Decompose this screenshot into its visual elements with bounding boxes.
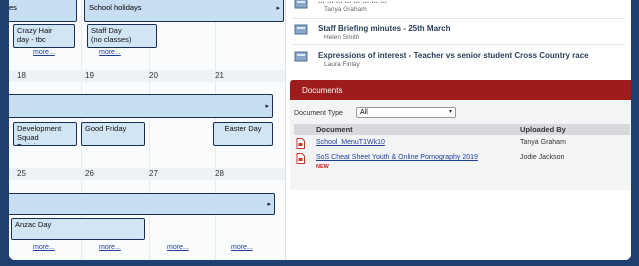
- documents-title: Documents: [302, 86, 343, 95]
- pdf-icon: [296, 138, 305, 149]
- notice-icon: [294, 0, 308, 9]
- new-badge: NEW: [316, 164, 329, 170]
- day-number: 21: [215, 71, 224, 80]
- day-number: 20: [149, 71, 158, 80]
- more-link[interactable]: more...: [231, 244, 253, 251]
- column-header-document[interactable]: Document: [316, 125, 353, 134]
- notice-author: Laura Finlay: [324, 61, 360, 68]
- notice-item[interactable]: Staff Briefing minutes - 25th March Hele…: [294, 20, 624, 42]
- column-header-uploaded-by[interactable]: Uploaded By: [520, 125, 566, 134]
- event-anzac-day[interactable]: Anzac Day: [11, 218, 145, 240]
- document-type-label: Document Type: [294, 110, 343, 117]
- event-good-friday[interactable]: Good Friday: [81, 122, 145, 146]
- event-band-school-holidays[interactable]: School holidays ▸: [84, 0, 284, 22]
- notice-item[interactable]: ... ... ... ... ... ... ... ... Tanya Gr…: [294, 0, 624, 14]
- event-easter-day[interactable]: Easter Day: [213, 122, 273, 146]
- notice-title[interactable]: Expressions of interest - Teacher vs sen…: [318, 51, 589, 60]
- screen: es School holidays ▸ Crazy Hair day - tb…: [9, 0, 631, 260]
- more-link[interactable]: more...: [99, 49, 121, 56]
- notice-author: Tanya Graham: [324, 6, 367, 13]
- table-row[interactable]: School_MenuT1Wk10 Tanya Graham: [294, 138, 630, 151]
- event-staff-day[interactable]: Staff Day (no classes): [87, 24, 157, 48]
- document-link[interactable]: School_MenuT1Wk10: [316, 139, 385, 146]
- day-number: 18: [17, 71, 26, 80]
- more-link[interactable]: more...: [167, 244, 189, 251]
- pdf-icon: [296, 153, 305, 164]
- notice-item[interactable]: Expressions of interest - Teacher vs sen…: [294, 46, 624, 70]
- event-label: es: [9, 3, 17, 12]
- more-link[interactable]: more...: [33, 244, 55, 251]
- documents-table-header: Document Uploaded By: [294, 124, 630, 135]
- event-band-multiday[interactable]: ▸: [9, 193, 275, 215]
- right-pane: ... ... ... ... ... ... ... ... Tanya Gr…: [285, 0, 631, 260]
- uploaded-by: Jodie Jackson: [520, 154, 565, 161]
- table-row[interactable]: SoS Cheat Sheet Youth & Online Pornograp…: [294, 153, 630, 173]
- event-development-squad-training[interactable]: Development Squad Training: [13, 122, 77, 146]
- week-day-bar: 25 26 27 28: [9, 168, 285, 180]
- notice-title[interactable]: ... ... ... ... ... ... ... ...: [318, 0, 387, 5]
- documents-panel: Document Type All ▾ Document Uploaded By…: [290, 100, 631, 190]
- day-number: 28: [215, 169, 224, 178]
- expand-arrow-icon: ▸: [267, 201, 271, 208]
- more-link[interactable]: more...: [33, 49, 55, 56]
- document-type-value: All: [360, 109, 368, 116]
- event-band-left[interactable]: es: [9, 0, 77, 22]
- uploaded-by: Tanya Graham: [520, 139, 566, 146]
- event-crazy-hair-day[interactable]: Crazy Hair day - tbc: [13, 24, 75, 48]
- calendar: es School holidays ▸ Crazy Hair day - tb…: [9, 0, 285, 260]
- day-number: 26: [85, 169, 94, 178]
- expand-arrow-icon: ▸: [276, 5, 280, 12]
- expand-arrow-icon: ▸: [265, 103, 269, 110]
- divider: [292, 18, 625, 19]
- notice-title[interactable]: Staff Briefing minutes - 25th March: [318, 24, 450, 33]
- notice-icon: [294, 51, 308, 62]
- documents-header: Documents: [290, 80, 631, 100]
- more-link[interactable]: more...: [99, 244, 121, 251]
- divider: [292, 44, 625, 45]
- event-label: School holidays: [89, 3, 142, 12]
- chevron-down-icon: ▾: [448, 109, 452, 115]
- day-number: 19: [85, 71, 94, 80]
- document-link[interactable]: SoS Cheat Sheet Youth & Online Pornograp…: [316, 154, 478, 161]
- document-type-select[interactable]: All ▾: [356, 107, 456, 118]
- day-number: 27: [149, 169, 158, 178]
- day-number: 25: [17, 169, 26, 178]
- notice-author: Helen Smith: [324, 34, 360, 41]
- notice-icon: [294, 24, 308, 35]
- event-band-multiday[interactable]: ▸: [9, 94, 273, 118]
- week-day-bar: 18 19 20 21: [9, 70, 285, 82]
